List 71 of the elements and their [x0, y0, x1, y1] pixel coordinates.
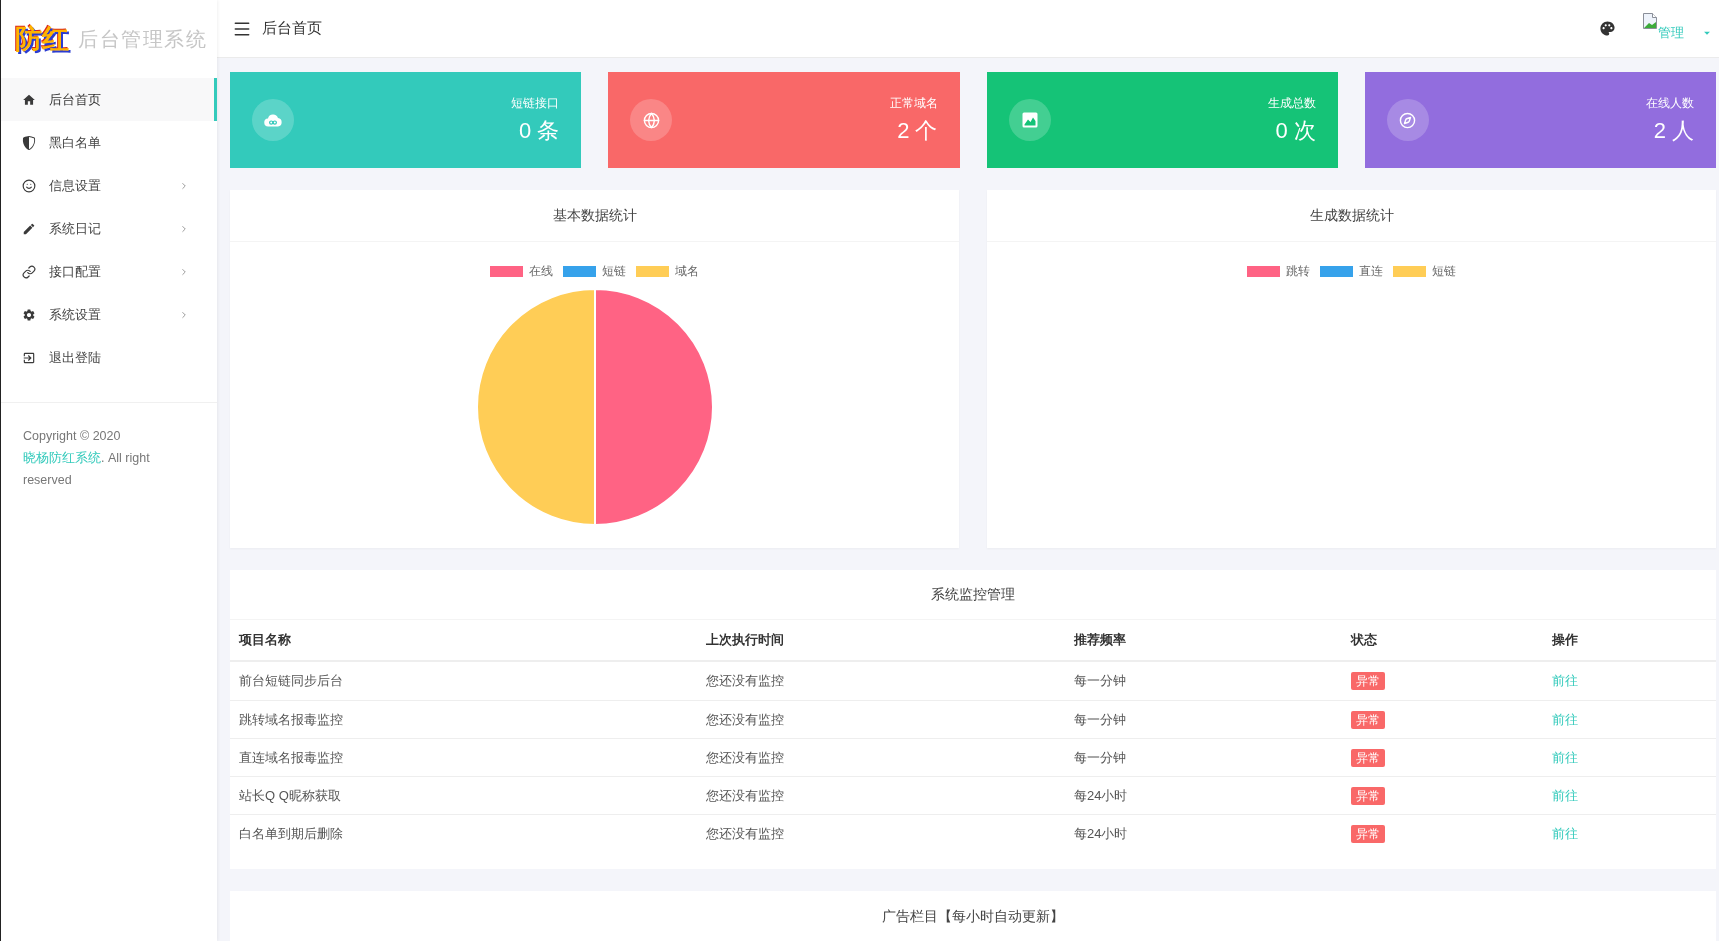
picture-icon [1008, 99, 1051, 141]
nav-item[interactable]: 系统日记 [1, 207, 217, 250]
table-cell-text: 直连域名报毒监控 [239, 748, 343, 767]
stat-value: 0 条 [518, 116, 560, 145]
status-badge: 异常 [1351, 672, 1385, 690]
compass-icon [1386, 99, 1429, 141]
nav-item[interactable]: 黑白名单 [1, 121, 217, 164]
chevron-icon [179, 266, 189, 277]
table-cell-text: 您还没有监控 [706, 824, 784, 843]
table-cell-text: 您还没有监控 [706, 710, 784, 729]
stat-label: 正常域名 [889, 94, 938, 111]
settings-icon [22, 307, 36, 322]
stat-label: 在线人数 [1646, 94, 1694, 111]
table-cell-text: 您还没有监控 [706, 672, 784, 691]
legend-label: 跳转 [1286, 265, 1310, 277]
broken-image-icon [1642, 12, 1658, 29]
status-badge: 异常 [1351, 748, 1385, 767]
shield-icon [22, 135, 36, 150]
copyright-text: Copyright © 2020 晓杨防红系统. All right reserved [22, 428, 151, 489]
legend-label: 短链 [1432, 265, 1456, 277]
nav-item[interactable]: 接口配置 [1, 250, 217, 293]
table-cell-text: 每24小时 [1074, 824, 1128, 843]
column-header: 状态 [1351, 631, 1377, 650]
status-badge: 异常 [1351, 710, 1385, 729]
table-cell-text: 您还没有监控 [706, 786, 784, 805]
chart-title: 基本数据统计 [552, 206, 637, 225]
logo-text: 防红 [15, 25, 69, 53]
brand-title: 后台管理系统 [78, 27, 207, 52]
table-cell-text: 每一分钟 [1074, 710, 1126, 729]
stat-label: 生成总数 [1267, 94, 1316, 111]
stat-label: 短链接口 [511, 94, 560, 111]
card-title: 广告栏目【每小时自动更新】 [882, 906, 1064, 926]
status-badge: 异常 [1351, 824, 1385, 843]
table-cell-text: 每24小时 [1074, 786, 1128, 805]
chevron-icon [179, 309, 189, 320]
column-header: 项目名称 [239, 631, 291, 650]
smiley-icon [22, 178, 36, 193]
table-cell-text: 前台短链同步后台 [239, 672, 343, 691]
page-title: 后台首页 [262, 18, 322, 39]
nav-item[interactable]: 后台首页 [1, 78, 217, 121]
home-icon [22, 92, 36, 107]
column-header: 操作 [1552, 631, 1578, 650]
card-title: 系统监控管理 [931, 585, 1015, 604]
chart-title: 生成数据统计 [1309, 206, 1394, 225]
table-cell-text: 每一分钟 [1074, 672, 1126, 691]
table-cell-text: 每一分钟 [1074, 748, 1126, 767]
stat-value: 2 人 [1653, 116, 1694, 145]
column-header: 上次执行时间 [706, 631, 784, 650]
logout-icon [22, 350, 36, 365]
nav-item[interactable]: 信息设置 [1, 164, 217, 207]
palette-icon[interactable] [1599, 20, 1616, 37]
link-icon [22, 264, 36, 279]
chevron-icon [179, 180, 189, 191]
legend-label: 短链 [602, 265, 626, 277]
pencil-icon [22, 221, 36, 236]
stat-value: 2 个 [897, 116, 938, 145]
table-cell-text: 您还没有监控 [706, 748, 784, 767]
legend-label: 直连 [1359, 265, 1383, 277]
nav-item[interactable]: 退出登陆 [1, 336, 217, 379]
legend-label: 域名 [675, 265, 699, 277]
column-header: 推荐频率 [1074, 631, 1126, 650]
status-badge: 异常 [1351, 786, 1385, 805]
nav-item[interactable]: 系统设置 [1, 293, 217, 336]
legend-label: 在线 [529, 265, 553, 277]
globe-icon [630, 99, 673, 141]
table-cell-text: 白名单到期后删除 [239, 824, 343, 843]
cloud-icon [252, 99, 294, 141]
stat-value: 0 次 [1275, 116, 1316, 145]
table-cell-text: 站长Q Q昵称获取 [239, 786, 341, 805]
chevron-icon [179, 223, 189, 234]
table-cell-text: 跳转域名报毒监控 [239, 710, 343, 729]
